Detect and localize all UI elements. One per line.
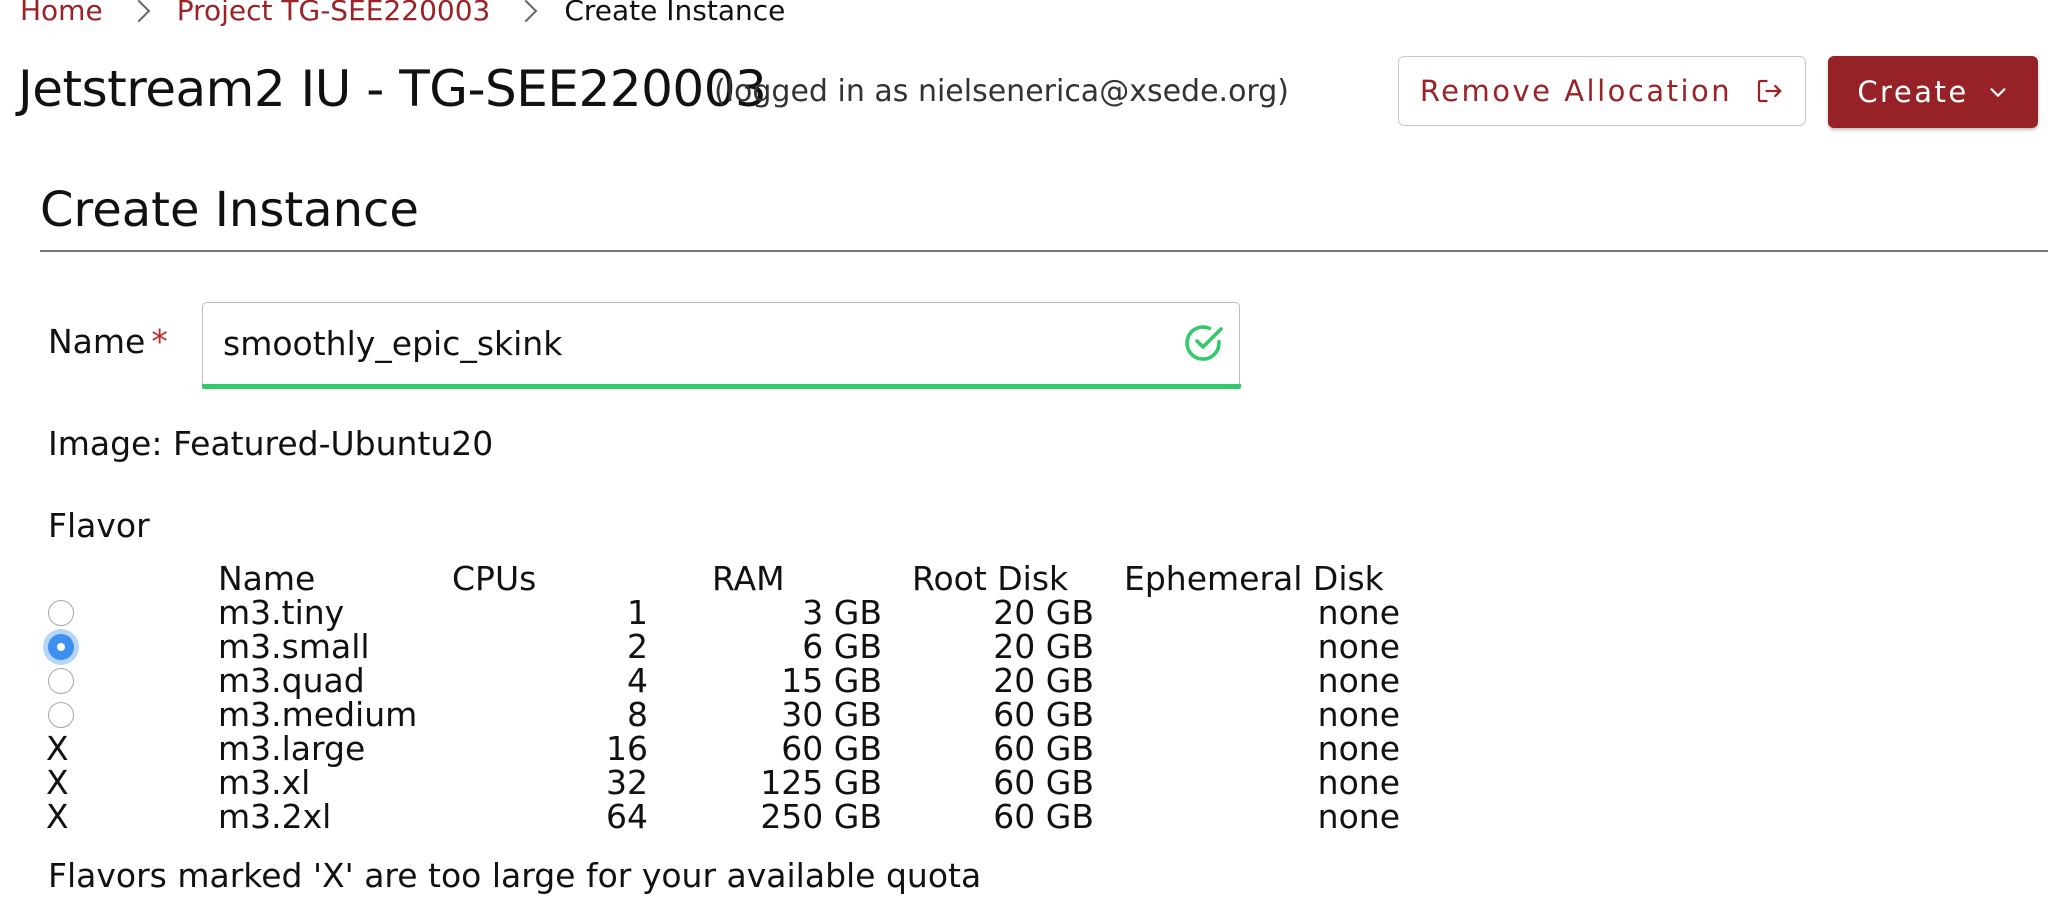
create-dropdown-button[interactable]: Create xyxy=(1828,56,2038,128)
flavor-ram: 125 GB xyxy=(760,763,882,802)
remove-allocation-label: Remove Allocation xyxy=(1419,74,1733,108)
flavor-ephemeral-disk: none xyxy=(1317,695,1400,734)
flavor-selector xyxy=(44,596,218,630)
flavor-radio-m3-tiny[interactable] xyxy=(48,599,74,626)
flavor-selector: X xyxy=(44,732,218,766)
flavor-root-disk: 60 GB xyxy=(993,763,1094,802)
table-row: X m3.2xl 64 250 GB 60 GB none xyxy=(44,800,1400,834)
flavor-name: m3.xl xyxy=(218,763,311,802)
flavor-root-disk: 20 GB xyxy=(993,661,1094,700)
title-divider xyxy=(40,250,2048,252)
flavor-root-disk: 60 GB xyxy=(993,797,1094,836)
chevron-down-icon xyxy=(1990,88,2006,97)
breadcrumb-project-link[interactable]: Project TG-SEE220003 xyxy=(177,0,491,27)
flavor-radio-m3-quad[interactable] xyxy=(48,667,74,694)
flavor-ephemeral-disk: none xyxy=(1317,763,1400,802)
flavor-ram: 15 GB xyxy=(781,661,882,700)
name-input[interactable] xyxy=(203,303,1153,384)
breadcrumb-current: Create Instance xyxy=(564,0,786,27)
flavor-selector xyxy=(44,698,218,732)
flavor-selector xyxy=(44,664,218,698)
flavor-table-header: Name CPUs RAM Root Disk Ephemeral Disk xyxy=(44,562,1400,596)
flavor-cpus: 8 xyxy=(627,695,648,734)
flavor-name: m3.small xyxy=(218,627,370,666)
name-label-text: Name xyxy=(48,322,146,361)
breadcrumb: Home Project TG-SEE220003 Create Instanc… xyxy=(20,0,785,28)
flavor-radio-m3-medium[interactable] xyxy=(48,701,74,728)
table-row: m3.small 2 6 GB 20 GB none xyxy=(44,630,1400,664)
create-label: Create xyxy=(1857,75,1969,109)
logout-icon xyxy=(1758,79,1782,103)
column-header-cpus: CPUs xyxy=(452,559,537,598)
required-marker: * xyxy=(151,322,168,361)
flavor-ram: 60 GB xyxy=(781,729,882,768)
flavor-cpus: 32 xyxy=(606,763,648,802)
flavor-selector: X xyxy=(44,766,218,800)
flavor-name: m3.2xl xyxy=(218,797,332,836)
page-title: Create Instance xyxy=(40,182,419,238)
quota-note: Flavors marked 'X' are too large for you… xyxy=(48,856,982,895)
table-row: X m3.large 16 60 GB 60 GB none xyxy=(44,732,1400,766)
flavor-ephemeral-disk: none xyxy=(1317,729,1400,768)
flavor-cpus: 64 xyxy=(606,797,648,836)
column-header-root-disk: Root Disk xyxy=(912,559,1069,598)
column-header-ephemeral-disk: Ephemeral Disk xyxy=(1124,559,1384,598)
flavor-selector: X xyxy=(44,800,218,834)
flavor-name: m3.quad xyxy=(218,661,365,700)
logged-in-user: (logged in as nielsenerica@xsede.org) xyxy=(714,74,1289,109)
flavor-ram: 6 GB xyxy=(802,627,882,666)
table-row: m3.tiny 1 3 GB 20 GB none xyxy=(44,596,1400,630)
remove-allocation-button[interactable]: Remove Allocation xyxy=(1398,56,1806,126)
flavor-ephemeral-disk: none xyxy=(1317,797,1400,836)
column-header-ram: RAM xyxy=(712,559,785,598)
allocation-title: Jetstream2 IU - TG-SEE220003 xyxy=(18,60,767,118)
flavor-root-disk: 20 GB xyxy=(993,593,1094,632)
name-field xyxy=(201,302,1241,389)
breadcrumb-home-link[interactable]: Home xyxy=(20,0,103,27)
flavor-ram: 3 GB xyxy=(802,593,882,632)
table-row: m3.medium 8 30 GB 60 GB none xyxy=(44,698,1400,732)
flavor-cpus: 1 xyxy=(627,593,648,632)
flavor-cpus: 16 xyxy=(606,729,648,768)
image-info: Image: Featured-Ubuntu20 xyxy=(48,424,494,463)
unavailable-marker: X xyxy=(46,763,69,802)
table-row: X m3.xl 32 125 GB 60 GB none xyxy=(44,766,1400,800)
flavor-root-disk: 20 GB xyxy=(993,627,1094,666)
flavor-ephemeral-disk: none xyxy=(1317,593,1400,632)
flavor-table: Name CPUs RAM Root Disk Ephemeral Disk m… xyxy=(44,562,1400,834)
unavailable-marker: X xyxy=(46,797,69,836)
check-circle-icon xyxy=(1185,325,1223,361)
flavor-cpus: 4 xyxy=(627,661,648,700)
chevron-right-icon xyxy=(515,0,538,23)
chevron-right-icon xyxy=(127,0,151,23)
unavailable-marker: X xyxy=(46,729,69,768)
select-column-header xyxy=(44,562,218,596)
flavor-ephemeral-disk: none xyxy=(1317,661,1400,700)
flavor-ram: 250 GB xyxy=(760,797,882,836)
flavor-ram: 30 GB xyxy=(781,695,882,734)
flavor-radio-m3-small[interactable] xyxy=(48,633,74,660)
column-header-name: Name xyxy=(218,559,316,598)
flavor-selector xyxy=(44,630,218,664)
flavor-root-disk: 60 GB xyxy=(993,729,1094,768)
flavor-root-disk: 60 GB xyxy=(993,695,1094,734)
flavor-ephemeral-disk: none xyxy=(1317,627,1400,666)
flavor-name: m3.medium xyxy=(218,695,418,734)
flavor-heading: Flavor xyxy=(48,506,150,545)
flavor-name: m3.tiny xyxy=(218,593,345,632)
name-label: Name * xyxy=(48,322,168,361)
flavor-name: m3.large xyxy=(218,729,366,768)
table-row: m3.quad 4 15 GB 20 GB none xyxy=(44,664,1400,698)
flavor-cpus: 2 xyxy=(627,627,648,666)
